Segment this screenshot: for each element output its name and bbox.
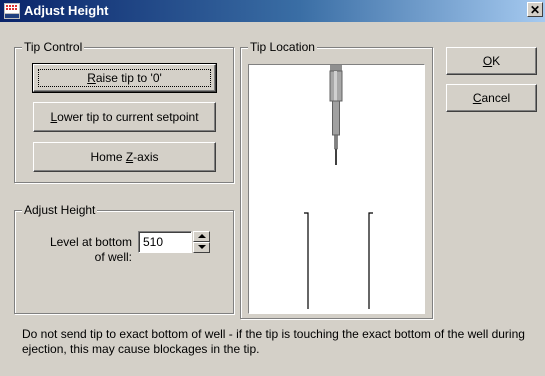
raise-tip-button[interactable]: Raise tip to '0' [32, 63, 217, 93]
well-walls [304, 212, 373, 309]
tip-location-canvas [248, 64, 425, 314]
tip-location-drawing [304, 65, 373, 309]
tip-control-label: Tip Control [22, 40, 85, 54]
close-icon: ✕ [529, 3, 541, 17]
level-label-line1: Level at bottom [49, 235, 132, 249]
grid-app-icon [4, 3, 20, 19]
tip-location-label: Tip Location [248, 40, 317, 54]
arrow-down-icon [198, 245, 206, 249]
home-z-axis-button[interactable]: Home Z-axis [33, 142, 216, 172]
cancel-label: Cancel [472, 91, 511, 105]
ok-button[interactable]: OK [446, 47, 537, 75]
arrow-up-icon [198, 234, 206, 238]
raise-tip-label: Raise tip to '0' [87, 71, 162, 85]
level-input[interactable] [138, 231, 192, 253]
close-button[interactable]: ✕ [527, 2, 543, 17]
ok-label: OK [482, 54, 501, 68]
home-z-axis-label: Home Z-axis [90, 150, 159, 164]
lower-tip-label: Lower tip to current setpoint [50, 110, 199, 124]
spin-up-button[interactable] [193, 231, 210, 242]
window-title: Adjust Height [24, 3, 109, 18]
pipette-tip-icon [329, 65, 343, 165]
title-bar: Adjust Height ✕ [0, 0, 545, 22]
level-label-line2: of well: [94, 250, 132, 264]
adjust-height-label: Adjust Height [22, 203, 98, 217]
warning-note: Do not send tip to exact bottom of well … [22, 327, 525, 356]
spin-down-button[interactable] [193, 242, 210, 253]
level-label: Level at bottom of well: [30, 235, 132, 265]
cancel-button[interactable]: Cancel [446, 84, 537, 112]
lower-tip-button[interactable]: Lower tip to current setpoint [33, 102, 216, 132]
